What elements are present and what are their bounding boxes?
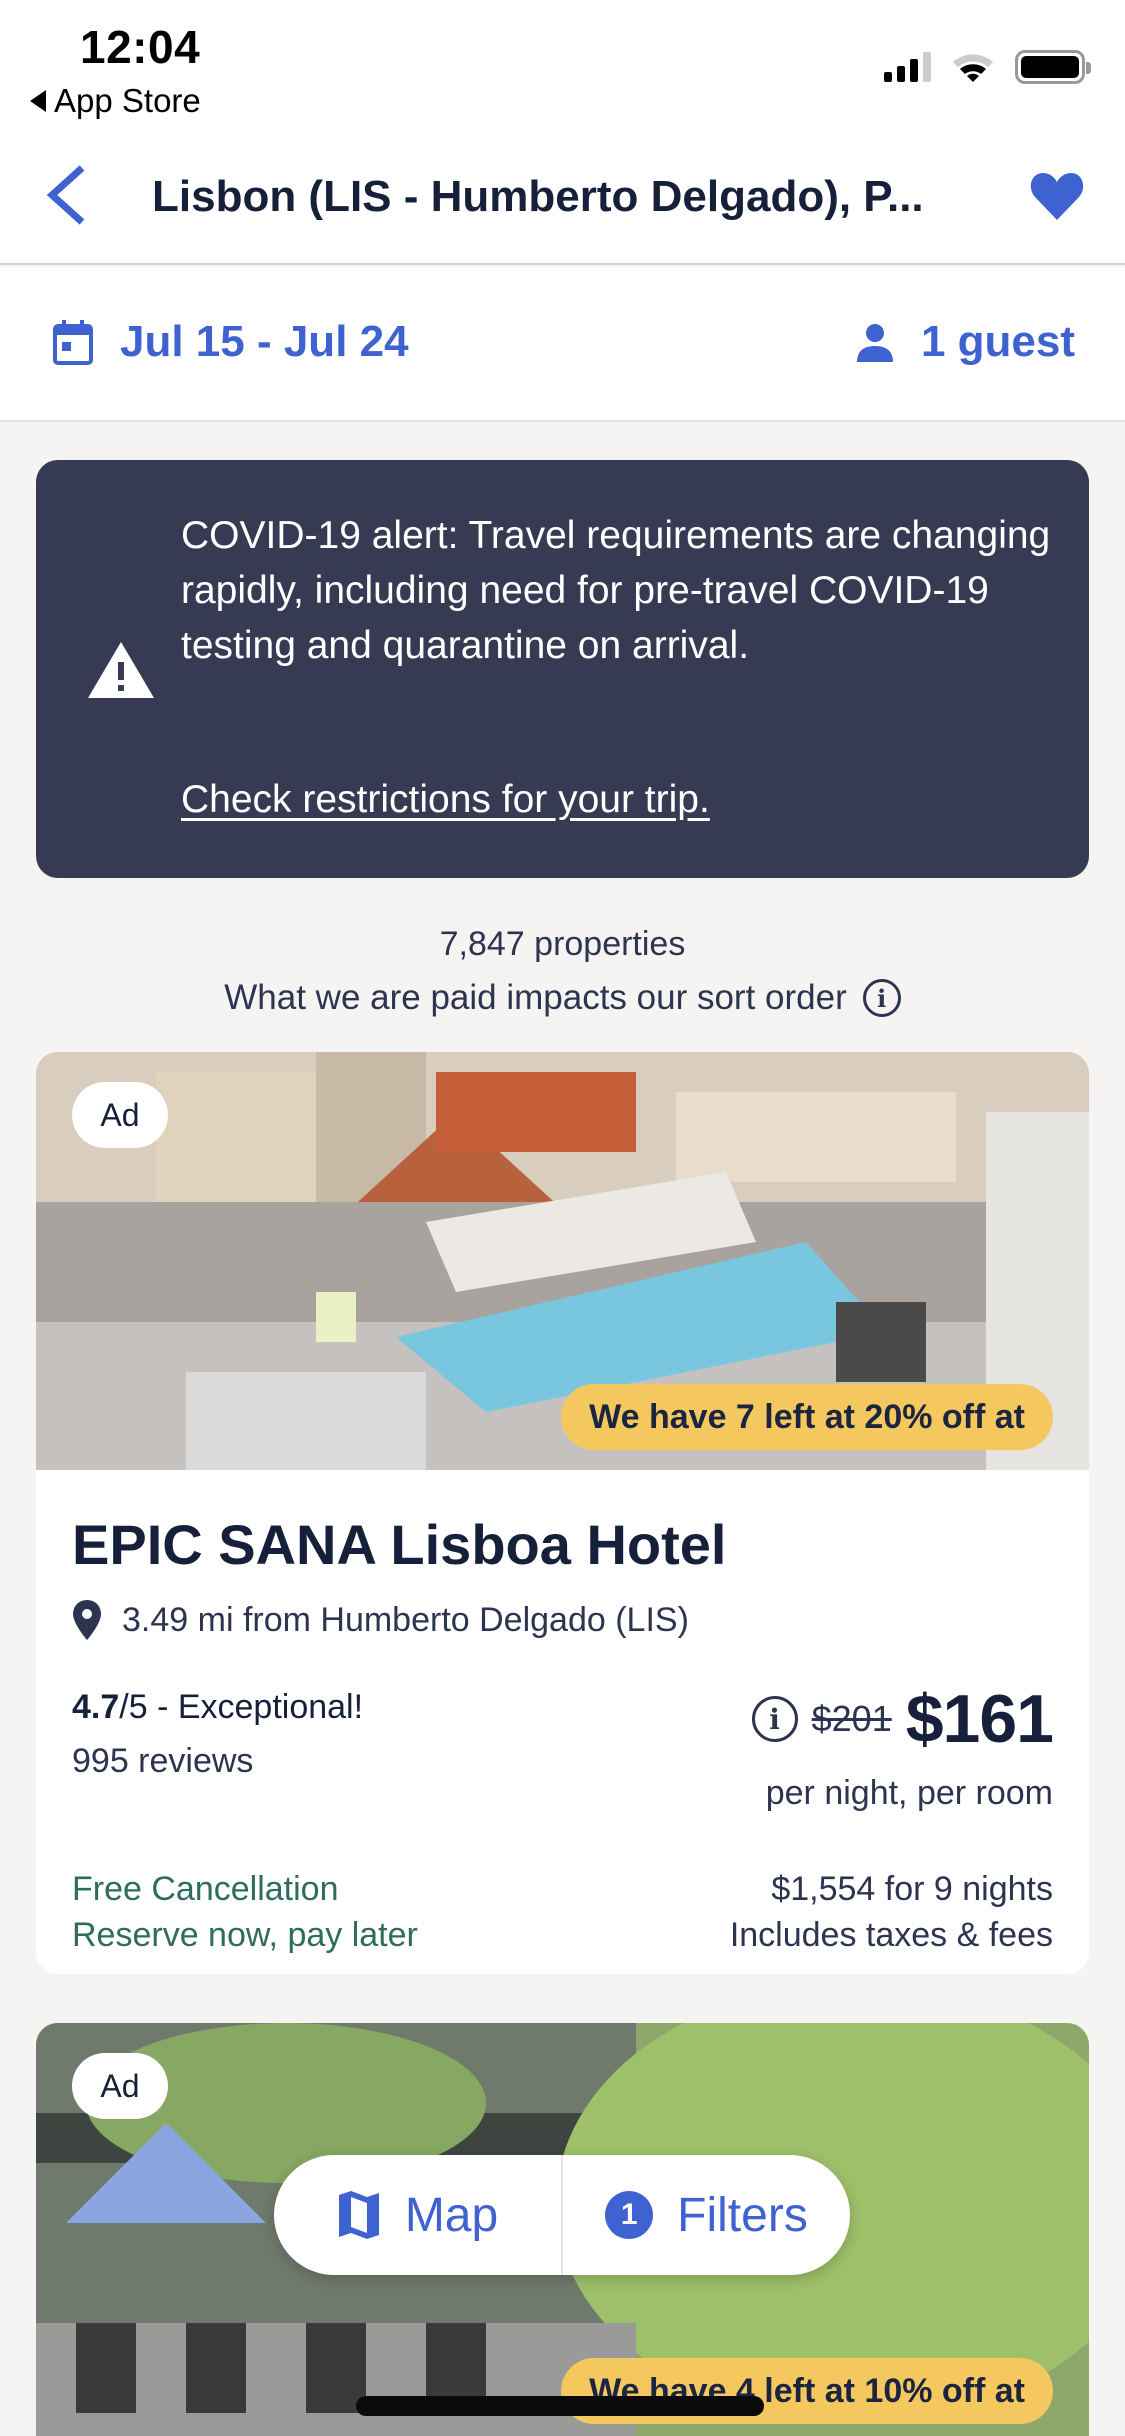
dates-button[interactable]: Jul 15 - Jul 24	[52, 317, 409, 367]
wifi-icon	[953, 54, 993, 82]
page-title: Lisbon (LIS - Humberto Delgado), P...	[152, 172, 924, 221]
price-row: i $201 $161	[751, 1680, 1054, 1758]
ad-badge: Ad	[72, 2053, 168, 2119]
map-button[interactable]: Map	[274, 2155, 561, 2275]
filter-count-badge: 1	[605, 2191, 654, 2239]
hotel-card[interactable]: Ad We have 7 left at 20% off at EPIC SAN…	[36, 1052, 1089, 1974]
ad-badge: Ad	[72, 1082, 168, 1148]
sort-disclosure-text: What we are paid impacts our sort order	[224, 978, 847, 1017]
property-count: 7,847 properties	[439, 925, 686, 963]
hotel-name[interactable]: EPIC SANA Lisboa Hotel	[72, 1512, 726, 1577]
hotel-rating: 4.7/5 - Exceptional!	[72, 1688, 363, 1727]
filters-label: Filters	[677, 2188, 808, 2242]
heart-icon[interactable]	[1029, 170, 1085, 222]
hotel-photo[interactable]: Ad We have 7 left at 20% off at	[36, 1052, 1089, 1470]
status-time: 12:04	[80, 21, 201, 73]
battery-icon	[1015, 50, 1091, 84]
deal-badge: We have 7 left at 20% off at	[561, 1384, 1053, 1450]
calendar-icon	[53, 320, 93, 365]
reserve-now-pay-later: Reserve now, pay later	[72, 1916, 418, 1954]
map-icon	[338, 2191, 379, 2239]
chevron-left-icon[interactable]	[40, 160, 100, 230]
guests-button[interactable]: 1 guest	[855, 317, 1075, 367]
check-restrictions-link[interactable]: Check restrictions for your trip.	[181, 778, 710, 822]
guests-label: 1 guest	[920, 317, 1075, 366]
original-price: $201	[811, 1698, 892, 1739]
cellular-signal-icon	[884, 52, 931, 82]
rating-label: /5 - Exceptional!	[119, 1688, 364, 1726]
person-icon	[856, 324, 893, 362]
navigation-bar: Lisbon (LIS - Humberto Delgado), P...	[0, 130, 1125, 265]
info-icon[interactable]: i	[862, 979, 901, 1017]
location-pin-icon	[73, 1600, 101, 1640]
status-icons	[884, 50, 1091, 84]
back-app-label: App Store	[54, 82, 201, 119]
taxes-note: Includes taxes & fees	[729, 1916, 1053, 1954]
rating-score: 4.7	[72, 1688, 120, 1726]
review-count: 995 reviews	[72, 1742, 254, 1780]
map-label: Map	[404, 2188, 499, 2242]
trip-summary-bar: Jul 15 - Jul 24 1 guest	[0, 267, 1125, 422]
alert-message: COVID-19 alert: Travel requirements are …	[181, 514, 1051, 667]
dates-label: Jul 15 - Jul 24	[120, 317, 409, 366]
free-cancellation: Free Cancellation	[72, 1870, 339, 1908]
warning-icon	[88, 642, 154, 698]
map-filters-toolbar: Map 1 Filters	[274, 2155, 850, 2275]
covid-alert-banner: COVID-19 alert: Travel requirements are …	[36, 460, 1089, 878]
hotel-distance: 3.49 mi from Humberto Delgado (LIS)	[72, 1600, 689, 1640]
filters-button[interactable]: 1 Filters	[563, 2155, 850, 2275]
price-unit: per night, per room	[765, 1774, 1053, 1812]
home-indicator[interactable]	[356, 2396, 764, 2416]
price-info-icon[interactable]: i	[751, 1696, 798, 1742]
current-price: $161	[905, 1681, 1054, 1757]
sort-disclosure[interactable]: What we are paid impacts our sort order …	[0, 978, 1125, 1018]
status-bar: 12:04 App Store	[0, 0, 1125, 130]
back-to-app-store[interactable]: App Store	[30, 82, 201, 120]
back-triangle-icon	[30, 90, 46, 112]
distance-text: 3.49 mi from Humberto Delgado (LIS)	[122, 1600, 689, 1639]
total-price: $1,554 for 9 nights	[771, 1870, 1053, 1908]
